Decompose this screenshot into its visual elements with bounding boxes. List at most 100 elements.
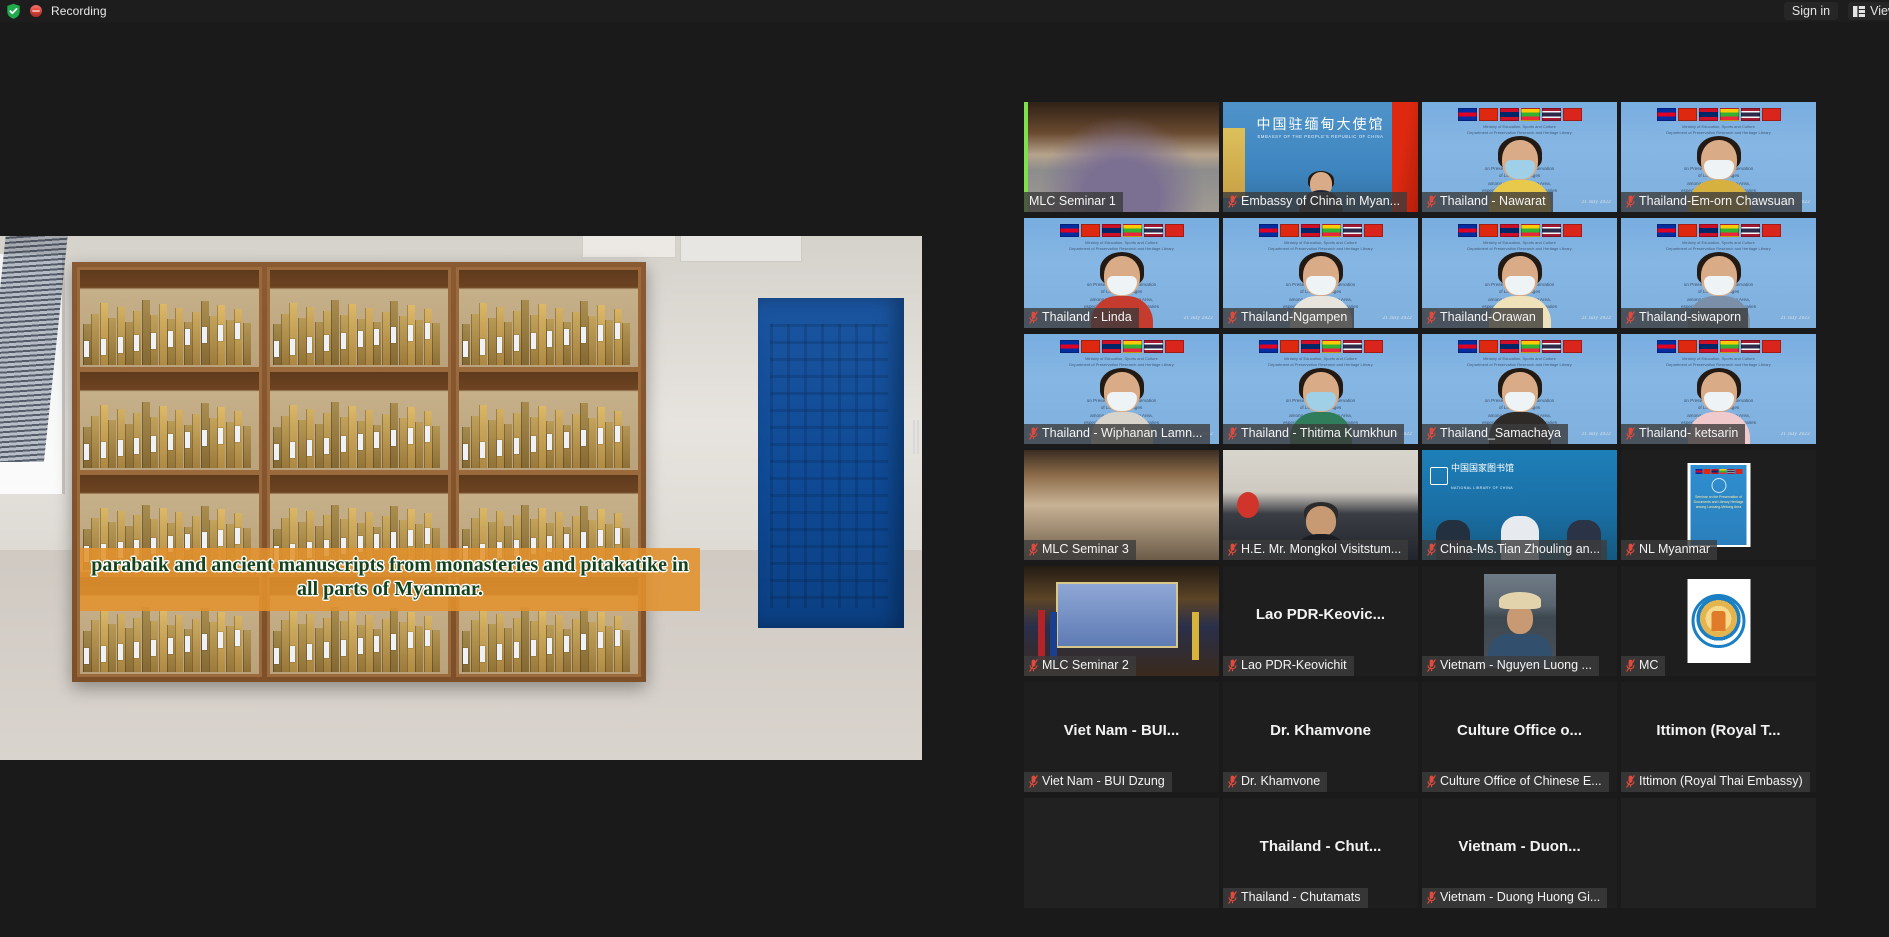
main-video-stage[interactable]: parabaik and ancient manuscripts from mo… (0, 236, 922, 760)
participant-tile[interactable]: Ministry of Education, Sports and Cultur… (1621, 102, 1816, 212)
participant-name-bar: Vietnam - Nguyen Luong ... (1422, 656, 1599, 676)
microphone-muted-icon (1427, 195, 1436, 208)
flag-icon (1727, 469, 1734, 474)
microphone-muted-icon (1427, 543, 1436, 556)
flag-icon (1300, 340, 1320, 353)
participant-tile[interactable]: Ittimon (Royal T... Ittimon (Royal Thai … (1621, 682, 1816, 792)
participant-tile[interactable]: Ministry of Education, Sports and Cultur… (1621, 218, 1816, 328)
participant-name-bar: Viet Nam - BUI Dzung (1024, 772, 1172, 792)
national-library-emblem-icon (1691, 594, 1746, 648)
flag-icon (1143, 340, 1163, 353)
flag-icon (1300, 224, 1320, 237)
flag-icon (1719, 340, 1739, 353)
participant-name-bar: China-Ms.Tian Zhouling an... (1422, 540, 1608, 560)
flag-icon (1719, 108, 1739, 121)
blue-storage-cabinet (758, 298, 904, 628)
flag-icon (1363, 224, 1383, 237)
sign-in-button[interactable]: Sign in (1783, 2, 1839, 20)
participant-tile[interactable]: Vietnam - Nguyen Luong ... (1422, 566, 1617, 676)
participant-name-label: Thailand - Thitima Kumkhun (1241, 426, 1398, 440)
slide-country-flags (1457, 340, 1582, 353)
slide-header-text: Ministry of Education, Sports and Cultur… (1069, 240, 1174, 252)
participant-tile[interactable]: Dr. Khamvone Dr. Khamvone (1223, 682, 1418, 792)
participant-tile[interactable]: Ministry of Education, Sports and Cultur… (1422, 102, 1617, 212)
flag-icon (1711, 469, 1718, 474)
flag-icon (1080, 224, 1100, 237)
flag-icon (1499, 108, 1519, 121)
flag-icon (1541, 108, 1561, 121)
flag-icon (1457, 108, 1477, 121)
participant-name-bar: Thailand-Em-orn Chawsuan (1621, 192, 1802, 212)
shield-check-icon (6, 3, 21, 19)
microphone-muted-icon (1029, 543, 1038, 556)
participant-tile[interactable]: MLC Seminar 1 (1024, 102, 1219, 212)
slide-header-text: Ministry of Education, Sports and Cultur… (1467, 356, 1572, 368)
participant-name-label: Thailand - Chutamats (1241, 890, 1361, 904)
cover-emblem (1711, 478, 1726, 493)
participant-tile[interactable]: Viet Nam - BUI... Viet Nam - BUI Dzung (1024, 682, 1219, 792)
participant-name-label: Culture Office of Chinese E... (1440, 774, 1602, 788)
bookcase-bay (456, 267, 641, 677)
participant-name-label: Thailand-Ngampen (1241, 310, 1348, 324)
library-chinese-name: 中国国家图书馆 (1451, 463, 1515, 473)
view-button[interactable]: View (1848, 2, 1889, 20)
participant-tile[interactable]: MC (1621, 566, 1816, 676)
participant-tile[interactable]: H.E. Mr. Mongkol Visitstum... (1223, 450, 1418, 560)
slide-country-flags (1656, 224, 1781, 237)
participant-name-label: Viet Nam - BUI Dzung (1042, 774, 1165, 788)
microphone-muted-icon (1427, 891, 1436, 904)
flag-stand (1050, 612, 1057, 660)
flag-icon (1719, 469, 1726, 474)
video-frame-background (0, 236, 922, 760)
slide-timestamp: 21 July 2022 (1581, 316, 1611, 321)
participant-tile[interactable]: 中国国家图书馆 NATIONAL LIBRARY OF CHINA China-… (1422, 450, 1617, 560)
embassy-english-title: EMBASSY OF THE PEOPLE'S REPUBLIC OF CHIN… (1257, 134, 1384, 139)
participant-photo (1483, 574, 1556, 668)
flag-icon (1122, 224, 1142, 237)
participant-tile[interactable]: MLC Seminar 2 (1024, 566, 1219, 676)
participant-name-label: Thailand - Linda (1042, 310, 1132, 324)
microphone-muted-icon (1029, 427, 1038, 440)
participant-tile[interactable]: Culture Office o... Culture Office of Ch… (1422, 682, 1617, 792)
participant-tile[interactable]: Lao PDR-Keovic... Lao PDR-Keovichit (1223, 566, 1418, 676)
top-bar-right-group: Sign in View (1783, 2, 1889, 20)
flag-icon (1080, 340, 1100, 353)
emblem-decor (1237, 492, 1259, 518)
participant-name-label: Thailand- ketsarin (1639, 426, 1739, 440)
participant-name-label: Thailand - Wiphanan Lamn... (1042, 426, 1203, 440)
participant-tile[interactable]: Thailand - Chut... Thailand - Chutamats (1223, 798, 1418, 908)
participant-tile[interactable]: Ministry of Education, Sports and Cultur… (1024, 334, 1219, 444)
participant-name-bar: Vietnam - Duong Huong Gi... (1422, 888, 1608, 908)
participant-name-bar: Thailand - Nawarat (1422, 192, 1553, 212)
participant-tile[interactable]: Seminar on the Preservation of Documents… (1621, 450, 1816, 560)
flag-stand (1038, 610, 1045, 660)
participant-tile[interactable]: Vietnam - Duon... Vietnam - Duong Huong … (1422, 798, 1617, 908)
microphone-muted-icon (1228, 195, 1237, 208)
participant-tile[interactable]: Ministry of Education, Sports and Cultur… (1422, 334, 1617, 444)
slide-header-text: Ministry of Education, Sports and Cultur… (1467, 124, 1572, 136)
slide-country-flags (1059, 224, 1184, 237)
participant-name-bar: Thailand - Chutamats (1223, 888, 1368, 908)
participant-tile[interactable]: Ministry of Education, Sports and Cultur… (1024, 218, 1219, 328)
flag-icon (1478, 224, 1498, 237)
participant-name-label: Ittimon (Royal Thai Embassy) (1639, 774, 1803, 788)
recording-label: Recording (51, 4, 107, 18)
participant-name-label: MC (1639, 658, 1659, 672)
microphone-muted-icon (1228, 659, 1237, 672)
participant-name-bar: MLC Seminar 1 (1024, 192, 1123, 212)
manuscript-bookcase (72, 262, 646, 682)
participant-tile[interactable]: 中国驻缅甸大使馆 EMBASSY OF THE PEOPLE'S REPUBLI… (1223, 102, 1418, 212)
microphone-muted-icon (1029, 659, 1038, 672)
flag-icon (1321, 224, 1341, 237)
flag-icon (1656, 224, 1676, 237)
participant-name-label: Vietnam - Nguyen Luong ... (1440, 658, 1592, 672)
participant-tile[interactable]: Ministry of Education, Sports and Cultur… (1223, 218, 1418, 328)
participant-tile[interactable]: MLC Seminar 3 (1024, 450, 1219, 560)
top-bar: Recording Sign in View (0, 0, 1889, 22)
flag-icon (1677, 340, 1697, 353)
stage-scrollbar[interactable] (913, 420, 919, 454)
participant-tile[interactable]: Ministry of Education, Sports and Cultur… (1422, 218, 1617, 328)
participant-name-bar: Ittimon (Royal Thai Embassy) (1621, 772, 1810, 792)
participant-tile[interactable]: Ministry of Education, Sports and Cultur… (1621, 334, 1816, 444)
participant-tile[interactable]: Ministry of Education, Sports and Cultur… (1223, 334, 1418, 444)
